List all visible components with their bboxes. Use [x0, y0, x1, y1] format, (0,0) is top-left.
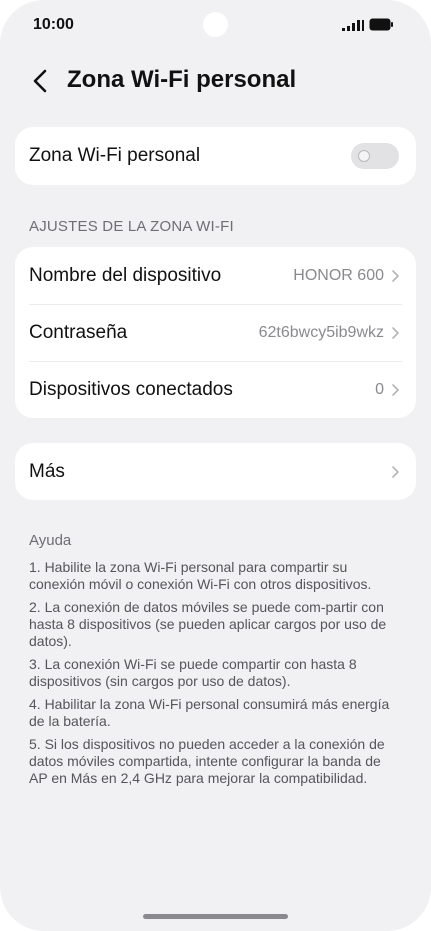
page-title: Zona Wi-Fi personal — [67, 66, 297, 93]
more-label: Más — [29, 460, 65, 482]
device-name-label: Nombre del dispositivo — [29, 264, 222, 286]
header: Zona Wi-Fi personal — [0, 60, 431, 104]
device-name-row[interactable]: Nombre del dispositivo HONOR 600 — [15, 247, 416, 304]
front-camera — [203, 12, 228, 37]
more-row[interactable]: Más — [15, 443, 416, 500]
phone-screen: 10:00 Zona Wi-Fi personal Zona Wi-Fi per… — [0, 0, 431, 931]
status-time: 10:00 — [33, 16, 74, 33]
hotspot-card: Zona Wi-Fi personal — [15, 127, 416, 185]
chevron-right-icon — [392, 383, 399, 396]
help-item: 4. Habilitar la zona Wi-Fi personal cons… — [29, 696, 390, 729]
device-name-value: HONOR 600 — [293, 266, 384, 284]
password-label: Contraseña — [29, 321, 128, 343]
battery-icon — [369, 18, 393, 31]
connected-devices-label: Dispositivos conectados — [29, 378, 233, 400]
chevron-right-icon — [392, 269, 399, 282]
password-value: 62t6bwcy5ib9wkz — [258, 323, 384, 341]
hotspot-toggle-label: Zona Wi-Fi personal — [29, 145, 201, 166]
chevron-right-icon — [392, 465, 399, 478]
password-row[interactable]: Contraseña 62t6bwcy5ib9wkz — [15, 304, 416, 361]
home-indicator[interactable] — [143, 914, 288, 919]
status-bar: 10:00 — [0, 0, 431, 52]
more-card: Más — [15, 443, 416, 500]
connected-devices-row[interactable]: Dispositivos conectados 0 — [15, 361, 416, 418]
hotspot-toggle-row[interactable]: Zona Wi-Fi personal — [15, 127, 416, 185]
help-item: 2. La conexión de datos móviles se puede… — [29, 599, 387, 649]
help-section: Ayuda 1. Habilite la zona Wi-Fi personal… — [29, 532, 401, 793]
hotspot-settings-card: Nombre del dispositivo HONOR 600 Contras… — [15, 247, 416, 418]
help-item: 1. Habilite la zona Wi-Fi personal para … — [29, 559, 372, 592]
help-item: 3. La conexión Wi-Fi se puede compartir … — [29, 656, 357, 689]
hotspot-toggle-switch[interactable] — [351, 143, 399, 169]
section-title: AJUSTES DE LA ZONA WI-FI — [29, 218, 234, 235]
signal-icon — [342, 20, 364, 31]
back-arrow-icon[interactable] — [30, 68, 52, 94]
chevron-right-icon — [392, 326, 399, 339]
connected-devices-value: 0 — [375, 380, 384, 398]
help-title: Ayuda — [29, 532, 72, 549]
help-item: 5. Si los dispositivos no pueden acceder… — [29, 736, 385, 786]
toggle-knob — [358, 150, 370, 162]
